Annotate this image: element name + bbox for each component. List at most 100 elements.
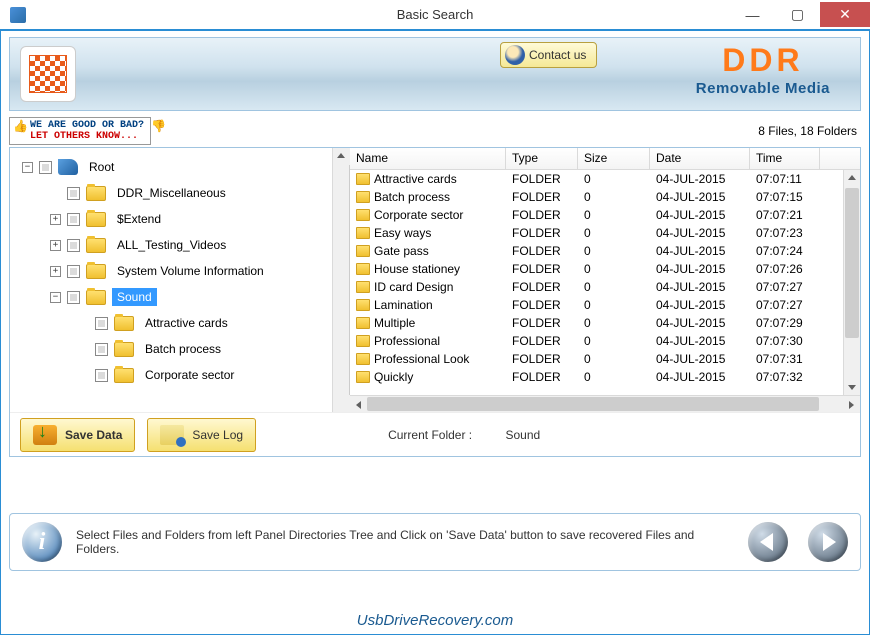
close-button[interactable]: ✕ xyxy=(820,2,870,27)
chevron-left-icon xyxy=(356,401,361,409)
cell-type: FOLDER xyxy=(506,262,578,276)
tree-checkbox[interactable] xyxy=(67,291,80,304)
hint-text: Select Files and Folders from left Panel… xyxy=(76,528,728,556)
footer-link[interactable]: UsbDriveRecovery.com xyxy=(0,612,870,629)
tree-checkbox[interactable] xyxy=(67,213,80,226)
tree-node-label[interactable]: DDR_Miscellaneous xyxy=(112,184,231,202)
drive-icon xyxy=(58,159,78,175)
list-row[interactable]: Gate passFOLDER004-JUL-201507:07:24 xyxy=(350,242,843,260)
scroll-down-icon xyxy=(337,402,345,407)
cell-time: 07:07:11 xyxy=(750,172,820,186)
list-row[interactable]: ID card DesignFOLDER004-JUL-201507:07:27 xyxy=(350,278,843,296)
list-horizontal-scrollbar[interactable] xyxy=(350,395,860,412)
feedback-badge[interactable]: WE ARE GOOD OR BAD? LET OTHERS KNOW... xyxy=(9,117,151,145)
tree-checkbox[interactable] xyxy=(67,187,80,200)
list-vertical-scrollbar[interactable] xyxy=(843,170,860,395)
tree-node-label[interactable]: ALL_Testing_Videos xyxy=(112,236,231,254)
tree-node[interactable]: Corporate sector xyxy=(14,362,332,388)
scrollbar-track[interactable] xyxy=(367,396,843,412)
tree-node[interactable]: + $Extend xyxy=(14,206,332,232)
col-header-time[interactable]: Time xyxy=(750,148,820,169)
list-row[interactable]: Attractive cardsFOLDER004-JUL-201507:07:… xyxy=(350,170,843,188)
tree-checkbox[interactable] xyxy=(95,343,108,356)
tree-node[interactable]: − Root xyxy=(14,154,332,180)
cell-time: 07:07:32 xyxy=(750,370,820,384)
tree-node-label[interactable]: Root xyxy=(84,158,119,176)
triangle-right-icon xyxy=(823,533,836,551)
tree-checkbox[interactable] xyxy=(67,239,80,252)
cell-time: 07:07:21 xyxy=(750,208,820,222)
tree-checkbox[interactable] xyxy=(67,265,80,278)
list-row[interactable]: LaminationFOLDER004-JUL-201507:07:27 xyxy=(350,296,843,314)
list-row[interactable]: House stationeyFOLDER004-JUL-201507:07:2… xyxy=(350,260,843,278)
tree-checkbox[interactable] xyxy=(95,317,108,330)
tree-node[interactable]: − Sound xyxy=(14,284,332,310)
expand-icon[interactable]: + xyxy=(50,266,61,277)
collapse-icon[interactable]: − xyxy=(50,292,61,303)
folder-icon xyxy=(356,281,370,293)
previous-button[interactable] xyxy=(748,522,788,562)
tree-node-label[interactable]: System Volume Information xyxy=(112,262,269,280)
window-controls: — ▢ ✕ xyxy=(730,2,870,27)
list-row[interactable]: MultipleFOLDER004-JUL-201507:07:29 xyxy=(350,314,843,332)
cell-size: 0 xyxy=(578,262,650,276)
directory-tree[interactable]: − Root DDR_Miscellaneous + $Extend + ALL_Testi… xyxy=(10,148,332,412)
file-list[interactable]: Attractive cardsFOLDER004-JUL-201507:07:… xyxy=(350,170,843,395)
list-row[interactable]: Professional LookFOLDER004-JUL-201507:07… xyxy=(350,350,843,368)
scrollbar-thumb[interactable] xyxy=(845,188,859,338)
next-button[interactable] xyxy=(808,522,848,562)
tree-node-label[interactable]: Sound xyxy=(112,288,157,306)
list-header[interactable]: Name Type Size Date Time xyxy=(350,148,860,170)
tree-node-label[interactable]: $Extend xyxy=(112,210,166,228)
save-data-label: Save Data xyxy=(65,428,122,442)
maximize-button[interactable]: ▢ xyxy=(775,2,820,27)
cell-date: 04-JUL-2015 xyxy=(650,298,750,312)
scroll-right-button[interactable] xyxy=(843,396,860,412)
minimize-button[interactable]: — xyxy=(730,2,775,27)
tree-node[interactable]: + System Volume Information xyxy=(14,258,332,284)
collapse-icon[interactable]: − xyxy=(22,162,33,173)
tree-node-label[interactable]: Corporate sector xyxy=(140,366,239,384)
scrollbar-thumb[interactable] xyxy=(367,397,819,411)
cell-name: Batch process xyxy=(374,190,450,204)
expand-icon[interactable]: + xyxy=(50,214,61,225)
col-header-type[interactable]: Type xyxy=(506,148,578,169)
cell-name: ID card Design xyxy=(374,280,453,294)
cell-name: Gate pass xyxy=(374,244,429,258)
cell-date: 04-JUL-2015 xyxy=(650,262,750,276)
cell-size: 0 xyxy=(578,298,650,312)
cell-type: FOLDER xyxy=(506,334,578,348)
tree-node-label[interactable]: Batch process xyxy=(140,340,226,358)
cell-date: 04-JUL-2015 xyxy=(650,226,750,240)
hint-bar: i Select Files and Folders from left Pan… xyxy=(9,513,861,571)
list-row[interactable]: Easy waysFOLDER004-JUL-201507:07:23 xyxy=(350,224,843,242)
secondary-bar: WE ARE GOOD OR BAD? LET OTHERS KNOW... 8… xyxy=(9,117,861,145)
list-row[interactable]: QuicklyFOLDER004-JUL-201507:07:32 xyxy=(350,368,843,386)
list-row[interactable]: Batch processFOLDER004-JUL-201507:07:15 xyxy=(350,188,843,206)
cell-size: 0 xyxy=(578,352,650,366)
contact-us-button[interactable]: Contact us xyxy=(500,42,597,68)
tree-node[interactable]: Batch process xyxy=(14,336,332,362)
scroll-left-button[interactable] xyxy=(350,396,367,412)
col-header-date[interactable]: Date xyxy=(650,148,750,169)
col-header-name[interactable]: Name xyxy=(350,148,506,169)
cell-size: 0 xyxy=(578,334,650,348)
expand-icon[interactable]: + xyxy=(50,240,61,251)
tree-node[interactable]: Attractive cards xyxy=(14,310,332,336)
list-row[interactable]: Corporate sectorFOLDER004-JUL-201507:07:… xyxy=(350,206,843,224)
brand-subtitle: Removable Media xyxy=(696,80,830,97)
tree-checkbox[interactable] xyxy=(39,161,52,174)
save-log-button[interactable]: Save Log xyxy=(147,418,256,452)
save-data-button[interactable]: Save Data xyxy=(20,418,135,452)
tree-checkbox[interactable] xyxy=(95,369,108,382)
tree-node-label[interactable]: Attractive cards xyxy=(140,314,233,332)
window-frame: Contact us DDR Removable Media WE ARE GO… xyxy=(0,30,870,635)
cell-date: 04-JUL-2015 xyxy=(650,208,750,222)
cell-size: 0 xyxy=(578,208,650,222)
current-folder-value: Sound xyxy=(505,428,540,442)
tree-vertical-scrollbar[interactable] xyxy=(332,148,349,412)
tree-node[interactable]: DDR_Miscellaneous xyxy=(14,180,332,206)
col-header-size[interactable]: Size xyxy=(578,148,650,169)
tree-node[interactable]: + ALL_Testing_Videos xyxy=(14,232,332,258)
list-row[interactable]: ProfessionalFOLDER004-JUL-201507:07:30 xyxy=(350,332,843,350)
